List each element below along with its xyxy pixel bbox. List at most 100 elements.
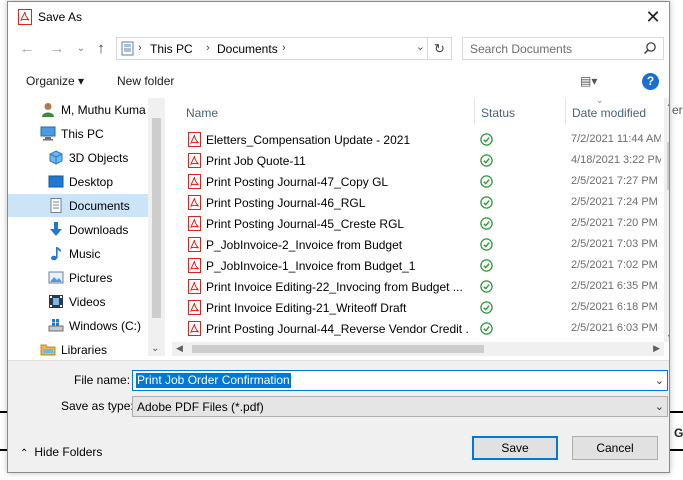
column-label: Name: [186, 106, 219, 120]
table-row[interactable]: P_JobInvoice-2_Invoice from Budget 2/5/20…: [172, 234, 658, 255]
pdf-icon: [188, 321, 201, 336]
sort-arrow-icon: ⌄: [596, 98, 604, 105]
sidebar-item-label: 3D Objects: [69, 151, 129, 165]
up-icon[interactable]: ↑: [92, 40, 110, 58]
scroll-up-icon[interactable]: ▲: [666, 98, 669, 108]
sidebar-item-label: This PC: [61, 127, 104, 141]
chevron-down-icon[interactable]: ⌄: [655, 374, 664, 387]
picture-icon: [48, 271, 64, 284]
table-row[interactable]: Print Invoice Editing-22_Invocing from B…: [172, 276, 658, 297]
background-window: [670, 0, 683, 480]
file-name: Print Job Quote-11: [206, 154, 306, 168]
file-date: 7/2/2021 11:44 AM: [571, 133, 661, 145]
sidebar-item-user[interactable]: M, Muthu Kuma: [8, 98, 148, 121]
this-pc-icon: [121, 41, 134, 56]
sidebar-item-pictures[interactable]: Pictures: [8, 266, 148, 289]
recent-dropdown-icon[interactable]: ⌄: [72, 40, 90, 58]
sidebar-item-libraries[interactable]: Libraries: [8, 338, 148, 356]
sidebar-item-this-pc[interactable]: This PC: [8, 122, 148, 145]
file-list: Name Status Date modified ⌄ Eletters_Com…: [172, 98, 669, 356]
pdf-icon: [188, 216, 201, 231]
table-row[interactable]: Print Invoice Editing-21_Writeoff Draft 2…: [172, 297, 658, 318]
scrollbar-thumb[interactable]: [152, 118, 161, 318]
scrollbar-thumb[interactable]: [192, 345, 484, 353]
sidebar-item-label: Pictures: [69, 271, 113, 285]
column-header-status[interactable]: Status: [475, 98, 565, 124]
table-row[interactable]: Print Posting Journal-44_Reverse Vendor …: [172, 318, 658, 339]
file-date: 2/5/2021 7:20 PM: [571, 217, 658, 229]
scroll-down-icon[interactable]: ▼: [666, 332, 669, 342]
column-label: Date modified: [572, 106, 647, 120]
breadcrumb-documents[interactable]: Documents: [217, 42, 278, 56]
synced-check-icon: [480, 217, 493, 230]
save-button[interactable]: Save: [472, 436, 558, 460]
table-row[interactable]: Eletters_Compensation Update - 2021 7/2/2…: [172, 129, 661, 150]
breadcrumb-separator: ›: [282, 42, 286, 54]
background-line: [670, 411, 683, 413]
breadcrumb-this-pc[interactable]: This PC: [150, 42, 193, 56]
table-row[interactable]: Print Job Quote-11 4/18/2021 3:22 PM: [172, 150, 661, 171]
scroll-left-icon[interactable]: ◀: [176, 343, 183, 354]
file-name-field[interactable]: Print Job Order Confirmation ⌄: [132, 370, 668, 391]
file-date: 2/5/2021 7:02 PM: [571, 259, 658, 271]
chevron-down-icon[interactable]: ⌄: [655, 400, 664, 413]
column-header-date[interactable]: Date modified ⌄: [566, 98, 664, 124]
view-options-button[interactable]: ▤▾: [580, 74, 597, 88]
sidebar-scrollbar[interactable]: ⌄: [148, 98, 165, 356]
synced-check-icon: [480, 196, 493, 209]
table-row[interactable]: Print Posting Journal-46_RGL 2/5/2021 7:2…: [172, 192, 658, 213]
save-type-value: Adobe PDF Files (*.pdf): [137, 400, 264, 414]
sidebar-item-label: Libraries: [61, 343, 108, 356]
refresh-icon[interactable]: ↻: [427, 38, 451, 59]
title-bar: Save As ✕: [8, 2, 669, 32]
pdf-icon: [188, 237, 201, 252]
sidebar-item-downloads[interactable]: Downloads: [8, 218, 148, 241]
new-folder-button[interactable]: New folder: [117, 74, 174, 88]
cube-icon: [49, 150, 63, 165]
sidebar-item-label: Downloads: [69, 223, 129, 237]
organize-button[interactable]: Organize ▾: [26, 74, 84, 88]
file-name-label: File name:: [74, 373, 131, 387]
back-icon[interactable]: ←: [18, 40, 36, 58]
sidebar-item-music[interactable]: Music: [8, 242, 148, 265]
sidebar-item-3d-objects[interactable]: 3D Objects: [8, 146, 148, 169]
background-text: er: [672, 103, 683, 117]
synced-check-icon: [480, 133, 493, 146]
scroll-down-icon[interactable]: ⌄: [151, 343, 159, 354]
search-box[interactable]: Search Documents: [462, 37, 664, 60]
file-name: Print Invoice Editing-22_Invocing from B…: [206, 280, 463, 294]
address-dropdown-icon[interactable]: ⌄: [416, 40, 425, 53]
synced-check-icon: [480, 280, 493, 293]
close-button[interactable]: ✕: [637, 2, 669, 32]
file-name: Print Invoice Editing-21_Writeoff Draft: [206, 301, 407, 315]
file-name-value[interactable]: Print Job Order Confirmation: [136, 373, 291, 388]
save-type-select[interactable]: Adobe PDF Files (*.pdf) ⌄: [132, 396, 668, 417]
address-bar[interactable]: › This PC › Documents › ⌄ ↻: [116, 37, 452, 60]
table-row[interactable]: P_JobInvoice-1_Invoice from Budget_1 2/5/…: [172, 255, 658, 276]
scrollbar-thumb[interactable]: [667, 142, 669, 190]
sidebar-item-documents[interactable]: Documents: [8, 194, 148, 217]
forward-icon[interactable]: →: [48, 40, 66, 58]
sidebar-item-windows-c[interactable]: Windows (C:): [8, 314, 148, 337]
hide-folders-button[interactable]: ⌃ Hide Folders: [20, 445, 102, 459]
table-row[interactable]: Print Posting Journal-47_Copy GL 2/5/2021…: [172, 171, 658, 192]
document-icon: [50, 198, 62, 213]
pdf-icon: [188, 195, 201, 210]
synced-check-icon: [480, 154, 493, 167]
sidebar-item-videos[interactable]: Videos: [8, 290, 148, 313]
command-bar: Organize ▾ New folder ▤▾ ?: [8, 68, 669, 96]
scroll-right-icon[interactable]: ▶: [653, 343, 660, 354]
sidebar-item-desktop[interactable]: Desktop: [8, 170, 148, 193]
file-list-horizontal-scrollbar[interactable]: ◀ ▶: [172, 342, 664, 356]
pdf-icon: [18, 9, 32, 25]
table-row[interactable]: Print Posting Journal-45_Creste RGL 2/5/2…: [172, 213, 658, 234]
window-title: Save As: [38, 10, 83, 24]
column-header-name[interactable]: Name: [172, 98, 480, 124]
search-input[interactable]: Search Documents: [470, 42, 572, 56]
folder-icon: [40, 344, 56, 356]
file-list-vertical-scrollbar[interactable]: ▲ ▼: [664, 98, 669, 342]
search-icon: [644, 42, 656, 54]
cancel-button[interactable]: Cancel: [572, 436, 658, 460]
help-icon[interactable]: ?: [642, 73, 659, 90]
navigation-bar: ← → ⌄ ↑ › This PC › Documents › ⌄ ↻ Sear…: [8, 34, 669, 64]
